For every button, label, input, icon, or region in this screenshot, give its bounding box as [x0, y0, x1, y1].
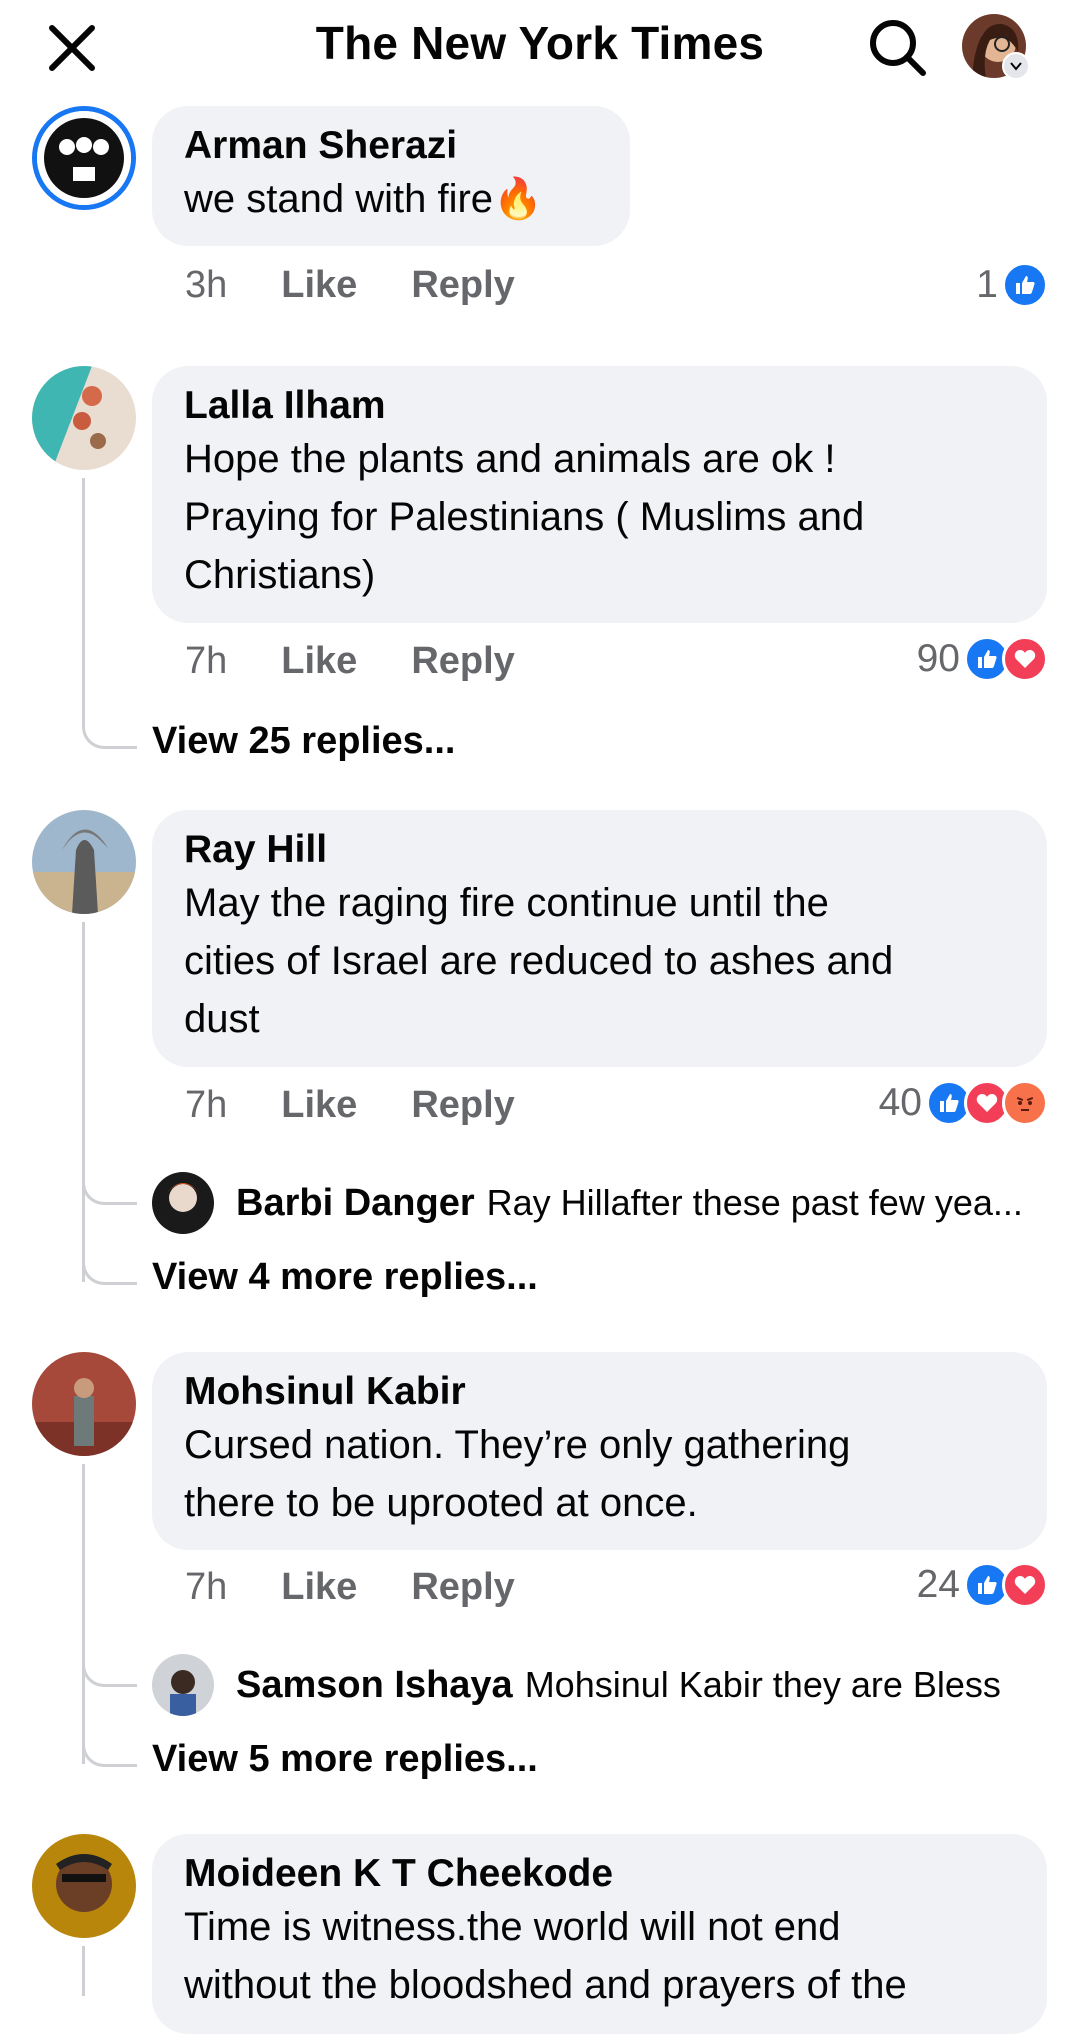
chevron-down-icon: [1010, 62, 1022, 71]
avatar: [32, 810, 136, 914]
reaction-count: 1: [976, 263, 998, 306]
avatar: [32, 1834, 136, 1938]
comment-text-line: dust: [184, 997, 260, 1041]
reply-preview[interactable]: Barbi Danger Ray Hillafter these past fe…: [152, 1172, 1023, 1234]
reaction-summary[interactable]: 24: [917, 1562, 1048, 1608]
reply-text: Ray Hillafter these past few yea...: [486, 1182, 1023, 1223]
reply-button[interactable]: Reply: [411, 1084, 514, 1127]
comment-text-line: Hope the plants and animals are ok !: [184, 437, 836, 481]
reply-author[interactable]: Barbi Danger: [236, 1182, 475, 1225]
like-button[interactable]: Like: [281, 264, 357, 307]
comment-author[interactable]: Mohsinul Kabir: [184, 1368, 1015, 1416]
reply-button[interactable]: Reply: [411, 1566, 514, 1609]
reaction-summary[interactable]: 1: [976, 262, 1048, 308]
comment-bubble[interactable]: Lalla Ilham Hope the plants and animals …: [152, 366, 1047, 623]
reaction-summary[interactable]: 40: [879, 1080, 1048, 1126]
reply-button[interactable]: Reply: [411, 264, 514, 307]
avatar: [32, 366, 136, 470]
reaction-summary[interactable]: 90: [917, 636, 1048, 682]
comment-text-line: Cursed nation. They’re only gathering: [184, 1423, 851, 1467]
angry-icon: [1002, 1080, 1048, 1126]
reply-text: Mohsinul Kabir they are Bless: [524, 1664, 1001, 1705]
comment-bubble[interactable]: Arman Sherazi we stand with fire🔥: [152, 106, 630, 246]
comment-text-line: Christians): [184, 553, 376, 597]
commenter-avatar[interactable]: [32, 810, 136, 914]
fire-emoji: 🔥: [493, 177, 543, 221]
commenter-avatar[interactable]: [32, 106, 136, 210]
comment-author[interactable]: Lalla Ilham: [184, 382, 1015, 430]
commenter-avatar[interactable]: [32, 1834, 136, 1938]
like-button[interactable]: Like: [281, 1566, 357, 1609]
avatar: [32, 1352, 136, 1456]
view-replies-link[interactable]: View 4 more replies...: [152, 1256, 538, 1299]
comment-time: 7h: [185, 640, 228, 682]
reaction-count: 90: [916, 637, 960, 680]
search-button[interactable]: [866, 16, 930, 80]
comment-text-line: Praying for Palestinians ( Muslims and: [184, 495, 865, 539]
comment-text-line: May the raging fire continue until the: [184, 881, 829, 925]
comment-time: 7h: [185, 1084, 228, 1126]
comment-text: we stand with fire: [184, 177, 494, 221]
reply-preview[interactable]: Samson Ishaya Mohsinul Kabir they are Bl…: [152, 1654, 1001, 1716]
commenter-avatar[interactable]: [32, 1352, 136, 1456]
comment-author[interactable]: Ray Hill: [184, 826, 1015, 874]
reaction-count: 40: [878, 1081, 922, 1124]
close-button[interactable]: [44, 20, 100, 76]
comment-time: 7h: [185, 1566, 228, 1608]
account-menu-button[interactable]: [1002, 52, 1030, 80]
comment-text-line: Time is witness.the world will not end: [184, 1905, 841, 1949]
comment-bubble[interactable]: Mohsinul Kabir Cursed nation. They’re on…: [152, 1352, 1047, 1550]
avatar: [152, 1172, 214, 1234]
reply-author[interactable]: Samson Ishaya: [236, 1664, 513, 1707]
avatar: [152, 1654, 214, 1716]
reply-button[interactable]: Reply: [411, 640, 514, 683]
search-icon: [870, 20, 926, 76]
comment-bubble[interactable]: Moideen K T Cheekode Time is witness.the…: [152, 1834, 1047, 2034]
comment-author[interactable]: Arman Sherazi: [184, 122, 598, 170]
reply-avatar[interactable]: [152, 1654, 214, 1716]
like-button[interactable]: Like: [281, 1084, 357, 1127]
reaction-count: 24: [916, 1563, 960, 1606]
comment-text-line: cities of Israel are reduced to ashes an…: [184, 939, 894, 983]
comment-author[interactable]: Moideen K T Cheekode: [184, 1850, 1015, 1898]
close-icon: [49, 25, 95, 71]
commenter-avatar[interactable]: [32, 366, 136, 470]
like-button[interactable]: Like: [281, 640, 357, 683]
comment-bubble[interactable]: Ray Hill May the raging fire continue un…: [152, 810, 1047, 1067]
view-replies-link[interactable]: View 25 replies...: [152, 720, 455, 763]
like-icon: [1002, 262, 1048, 308]
top-bar: The New York Times: [0, 0, 1080, 95]
comment-text-line: without the bloodshed and prayers of the: [184, 1963, 907, 2007]
avatar: [37, 111, 131, 205]
love-icon: [1002, 636, 1048, 682]
view-replies-link[interactable]: View 5 more replies...: [152, 1738, 538, 1781]
love-icon: [1002, 1562, 1048, 1608]
reply-avatar[interactable]: [152, 1172, 214, 1234]
comment-time: 3h: [185, 264, 228, 306]
comment-text-line: there to be uprooted at once.: [184, 1481, 698, 1525]
